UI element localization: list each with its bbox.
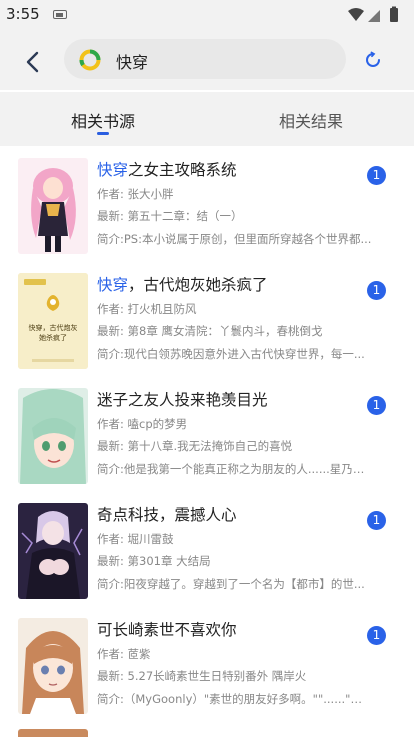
list-item[interactable]: 可长崎素世不喜欢你 作者: 茝紫 最新: 5.27长崎素世生日特别番外 隅岸火 … [0, 606, 414, 721]
wifi-icon [348, 8, 364, 21]
book-intro: 简介:（MyGoonly）"素世的朋友好多啊。""......"似乎... [97, 692, 372, 706]
battery-icon [390, 8, 398, 22]
list-item[interactable]: 迷子之友人投来艳羡目光 作者: 嗑cp的梦男 最新: 第十八章.我无法掩饰自己的… [0, 376, 414, 491]
book-latest-chapter: 最新: 第五十二章：结（一） [97, 209, 243, 223]
source-count-badge: 1 [367, 396, 386, 415]
tab-bar: 相关书源 相关结果 [0, 92, 414, 146]
book-author: 作者: 张大小胖 [97, 187, 174, 201]
book-title: 可长崎素世不喜欢你 [97, 621, 237, 639]
back-button[interactable] [18, 48, 46, 76]
book-cover [18, 388, 88, 484]
source-count-badge: 1 [367, 626, 386, 645]
status-time: 3:55 [6, 5, 40, 23]
book-cover [18, 729, 88, 737]
book-title: 奇点科技，震撼人心 [97, 506, 237, 524]
book-intro: 简介:阳夜穿越了。穿越到了一个名为【都市】的世... [97, 577, 365, 591]
tab-active-indicator [97, 132, 109, 135]
book-latest-chapter: 最新: 5.27长崎素世生日特别番外 隅岸火 [97, 669, 307, 683]
tab-related-sources[interactable]: 相关书源 [71, 108, 135, 132]
book-author: 作者: 打火机且防风 [97, 302, 197, 316]
book-cover [18, 503, 88, 599]
book-intro: 简介:现代白领苏晚因意外进入古代快穿世界，每一... [97, 347, 365, 361]
list-item[interactable]: 快穿，古代炮灰她杀疯了 快穿，古代炮灰她杀疯了 作者: 打火机且防风 最新: 第… [0, 261, 414, 376]
book-latest-chapter: 最新: 第十八章.我无法掩饰自己的喜悦 [97, 439, 293, 453]
source-count-badge: 1 [367, 511, 386, 530]
book-intro: 简介:他是我第一个能真正称之为朋友的人......星乃结... [97, 462, 372, 476]
search-field[interactable]: 快穿 [64, 39, 346, 79]
book-title: 迷子之友人投来艳羡目光 [97, 391, 268, 409]
signal-icon [368, 10, 380, 22]
keyboard-icon [53, 10, 67, 19]
book-latest-chapter: 最新: 第301章 大结局 [97, 554, 211, 568]
list-item-partial[interactable] [0, 727, 414, 737]
book-author: 作者: 堀川雷鼓 [97, 532, 174, 546]
book-title: 快穿之女主攻略系统 [97, 161, 237, 179]
source-count-badge: 1 [367, 281, 386, 300]
search-query: 快穿 [116, 53, 149, 72]
system-status-icons [348, 6, 398, 22]
app-bar: 快穿 [0, 30, 414, 90]
status-bar: 3:55 [0, 0, 414, 30]
loading-spinner-icon[interactable] [362, 49, 384, 71]
back-arrow-icon [26, 51, 39, 73]
book-cover: 快穿，古代炮灰她杀疯了 [18, 273, 88, 369]
book-intro: 简介:PS:本小说属于原创，但里面所穿越各个世界都... [97, 232, 372, 246]
book-author: 作者: 茝紫 [97, 647, 151, 661]
book-cover-text: 快穿，古代炮灰她杀疯了 [28, 324, 78, 342]
book-author: 作者: 嗑cp的梦男 [97, 417, 188, 431]
tab-related-results[interactable]: 相关结果 [279, 108, 343, 132]
source-count-badge: 1 [367, 166, 386, 185]
book-title: 快穿，古代炮灰她杀疯了 [97, 276, 268, 294]
list-item[interactable]: 快穿之女主攻略系统 作者: 张大小胖 最新: 第五十二章：结（一） 简介:PS:… [0, 146, 414, 261]
book-latest-chapter: 最新: 第8章 鹰女清院：丫鬟内斗，春桃倒戈 [97, 324, 323, 338]
app-logo-icon [79, 49, 101, 71]
list-item[interactable]: 奇点科技，震撼人心 作者: 堀川雷鼓 最新: 第301章 大结局 简介:阳夜穿越… [0, 491, 414, 606]
book-cover [18, 158, 88, 254]
book-cover [18, 618, 88, 714]
